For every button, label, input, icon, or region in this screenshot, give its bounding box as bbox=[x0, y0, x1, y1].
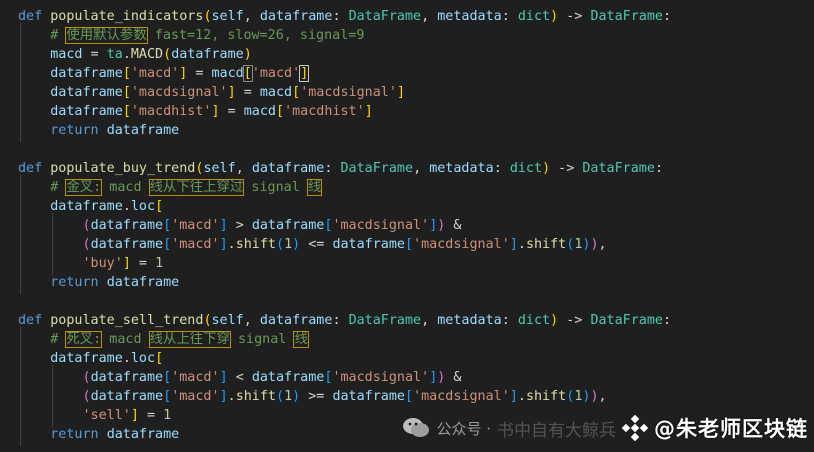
code-line-1[interactable]: def populate_indicators(self, dataframe:… bbox=[18, 7, 671, 26]
code-line-11[interactable]: dataframe.loc[ bbox=[18, 197, 163, 216]
wechat-icon bbox=[402, 417, 430, 439]
comment-cjk-text: 使用默认参数 bbox=[65, 27, 148, 44]
code-line-21[interactable]: (dataframe['macd'].shift(1) >= dataframe… bbox=[18, 387, 607, 406]
code-line-7[interactable]: return dataframe bbox=[18, 121, 179, 140]
code-line-9[interactable]: def populate_buy_trend(self, dataframe: … bbox=[18, 159, 663, 178]
code-line-23[interactable]: return dataframe bbox=[18, 425, 179, 444]
code-line-12[interactable]: (dataframe['macd'] > dataframe['macdsign… bbox=[18, 216, 462, 235]
watermark-author: @朱老师区块链 bbox=[654, 417, 808, 441]
code-line-22[interactable]: 'sell'] = 1 bbox=[18, 406, 172, 425]
code-line-20[interactable]: (dataframe['macd'] < dataframe['macdsign… bbox=[18, 368, 462, 387]
code-line-17[interactable]: def populate_sell_trend(self, dataframe:… bbox=[18, 311, 671, 330]
watermark-ghost-text: 书中自有大鲸兵 bbox=[497, 420, 616, 441]
code-line-13[interactable]: (dataframe['macd'].shift(1) <= dataframe… bbox=[18, 235, 607, 254]
code-line-19[interactable]: dataframe.loc[ bbox=[18, 349, 163, 368]
code-line-14[interactable]: 'buy'] = 1 bbox=[18, 254, 164, 273]
code-line-10[interactable]: # 金叉: macd 线从下往上穿过 signal 线 bbox=[18, 178, 323, 197]
binance-logo-icon bbox=[621, 414, 649, 442]
code-line-4[interactable]: dataframe['macd'] = macd['macd'] bbox=[18, 64, 310, 83]
code-line-6[interactable]: dataframe['macdhist'] = macd['macdhist'] bbox=[18, 102, 373, 121]
watermark: 公众号 · 书中自有大鲸兵 @朱老师区块链 bbox=[402, 410, 808, 446]
code-line-15[interactable]: return dataframe bbox=[18, 273, 179, 292]
watermark-label: 公众号 · bbox=[436, 419, 491, 438]
code-line-2[interactable]: # 使用默认参数 fast=12, slow=26, signal=9 bbox=[18, 26, 364, 45]
code-line-3[interactable]: macd = ta.MACD(dataframe) bbox=[18, 45, 252, 64]
code-line-5[interactable]: dataframe['macdsignal'] = macd['macdsign… bbox=[18, 83, 405, 102]
text-cursor-bracket: ] bbox=[299, 65, 310, 82]
matched-bracket-open: [ bbox=[242, 65, 253, 82]
code-line-18[interactable]: # 死叉: macd 线从上往下穿 signal 线 bbox=[18, 330, 309, 349]
code-editor[interactable]: def populate_indicators(self, dataframe:… bbox=[0, 0, 814, 452]
